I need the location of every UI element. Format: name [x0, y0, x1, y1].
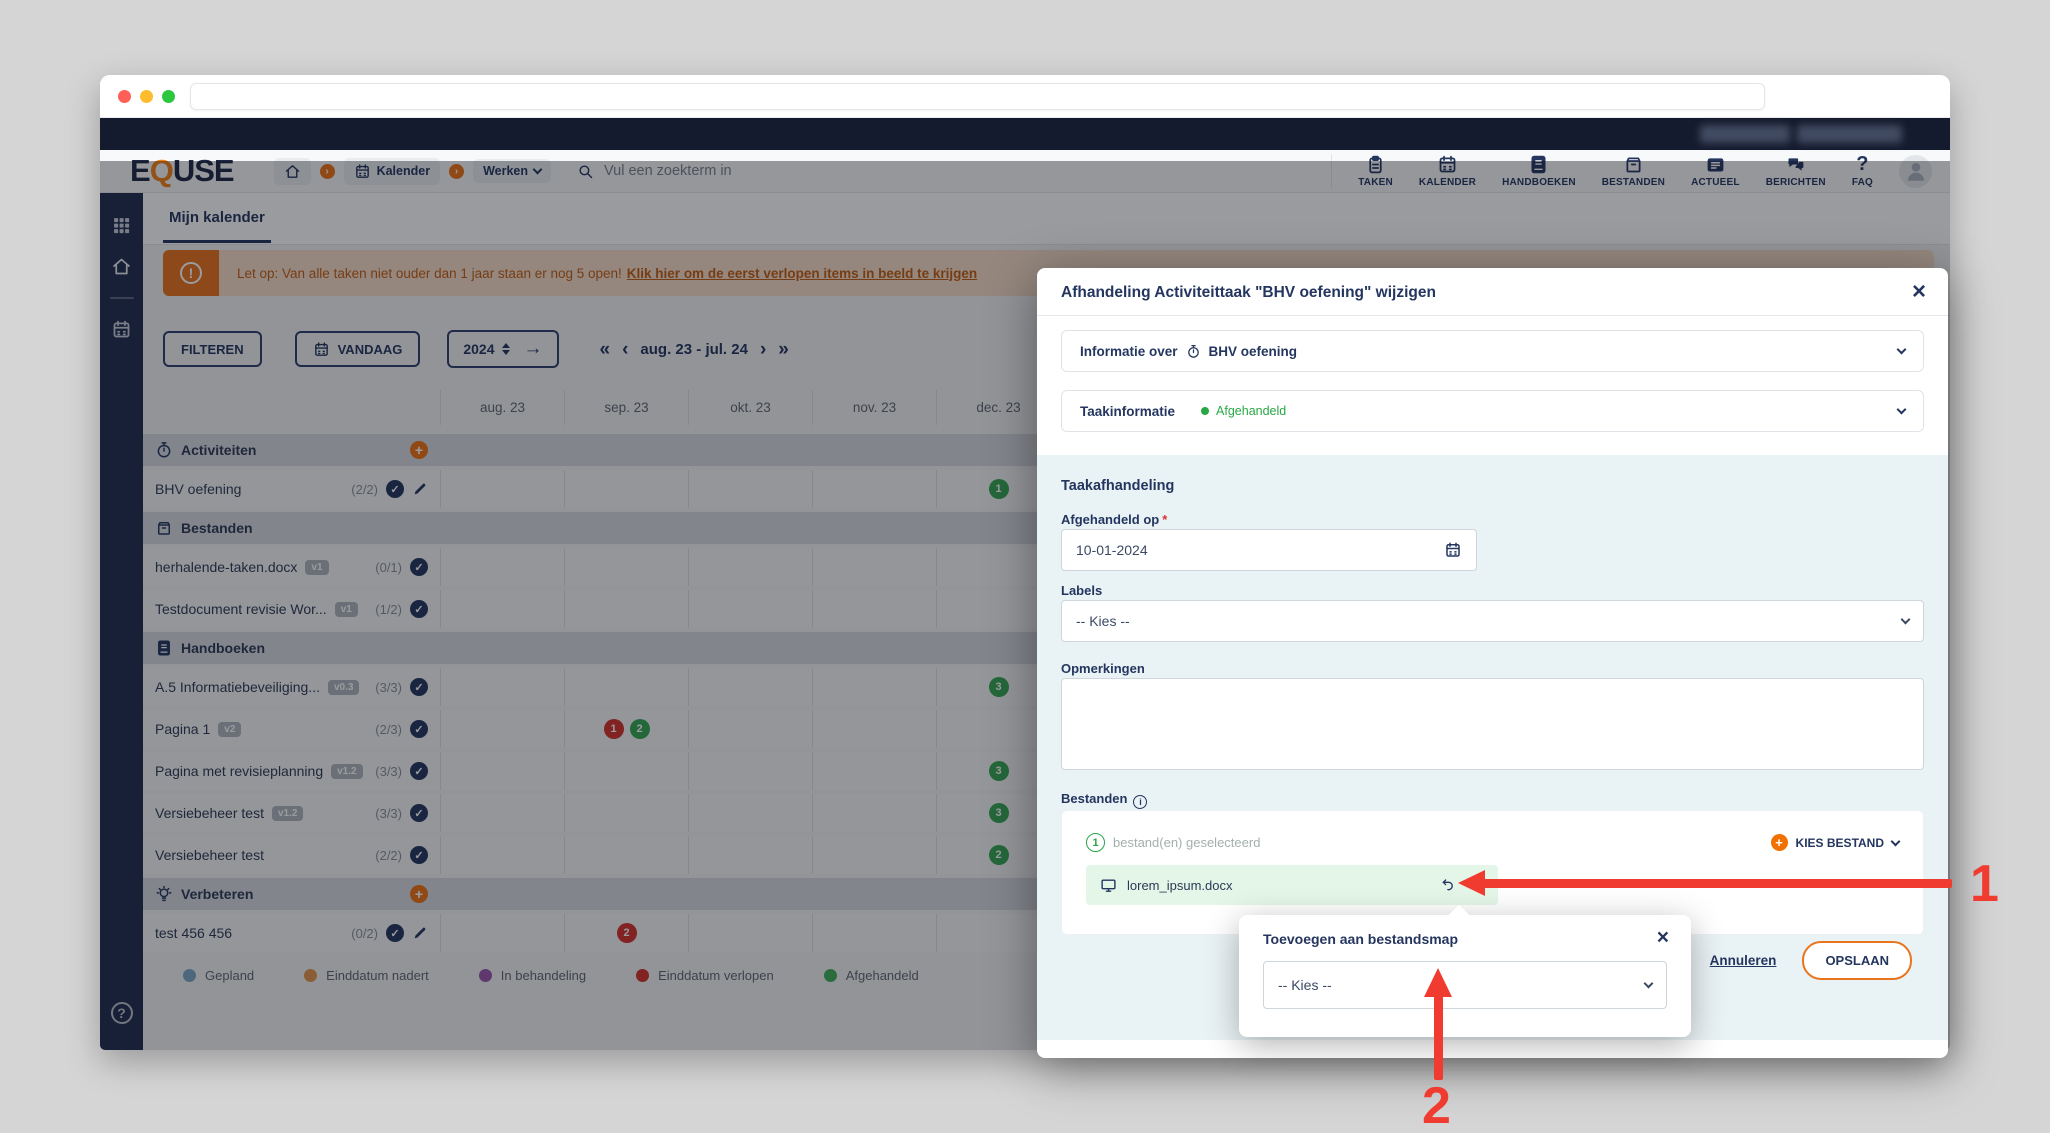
traffic-light-zoom[interactable]: [162, 90, 175, 103]
accordion-informatie[interactable]: Informatie over BHV oefening: [1061, 330, 1924, 372]
chevron-down-icon: [1896, 404, 1907, 415]
save-button[interactable]: OPSLAAN: [1802, 941, 1912, 980]
browser-chrome: [100, 75, 1950, 118]
top-strip: [100, 118, 1950, 150]
folder-popup: Toevoegen aan bestandsmap × -- Kies --: [1239, 904, 1691, 1037]
cancel-button[interactable]: Annuleren: [1710, 953, 1777, 968]
annotation-label-1: 1: [1970, 855, 1999, 913]
bestanden-label: Bestanden i: [1061, 791, 1148, 809]
info-icon[interactable]: i: [1133, 795, 1148, 809]
section-title: Taakafhandeling: [1061, 478, 1175, 494]
redacted-user-info: [1700, 125, 1790, 143]
chevron-down-icon: [1896, 344, 1907, 355]
accordion-taakinformatie[interactable]: Taakinformatie Afgehandeld: [1061, 390, 1924, 432]
file-name: lorem_ipsum.docx: [1127, 877, 1233, 893]
redacted-org-info: [1797, 125, 1902, 143]
annotation-arrow-2-head: [1424, 968, 1452, 997]
labels-label: Labels: [1061, 583, 1103, 598]
stopwatch-icon: [1186, 344, 1201, 359]
close-icon[interactable]: ×: [1657, 926, 1669, 950]
chevron-down-icon: [1643, 978, 1654, 989]
calendar-icon[interactable]: [1444, 541, 1462, 559]
selected-count-text: bestand(en) geselecteerd: [1113, 835, 1261, 850]
selected-file-row[interactable]: lorem_ipsum.docx ⋯: [1086, 865, 1498, 905]
selected-count-badge: 1: [1086, 833, 1105, 852]
labels-select[interactable]: -- Kies --: [1061, 600, 1924, 642]
annotation-arrow-1-head: [1458, 870, 1485, 896]
desktop: EQUSE › Kalender › Werken TAKENKALENDERH…: [0, 0, 2050, 1133]
afgehandeld-op-label: Afgehandeld op *: [1061, 512, 1168, 527]
traffic-light-minimize[interactable]: [140, 90, 153, 103]
popup-title: Toevoegen aan bestandsmap: [1263, 931, 1459, 947]
close-icon[interactable]: ×: [1912, 278, 1926, 306]
chevron-down-icon: [1900, 614, 1911, 625]
folder-select[interactable]: -- Kies --: [1263, 961, 1667, 1009]
opmerkingen-textarea[interactable]: [1061, 678, 1924, 770]
chevron-down-icon: [1890, 836, 1901, 846]
annotation-arrow-2: [1434, 996, 1443, 1080]
divider: [1037, 315, 1948, 316]
status-dot-icon: [1201, 407, 1210, 415]
annotation-arrow-1: [1484, 879, 1952, 888]
modal-title: Afhandeling Activiteittaak "BHV oefening…: [1061, 284, 1436, 301]
address-bar[interactable]: [190, 83, 1765, 110]
kies-bestand-button[interactable]: + KIES BESTAND: [1770, 834, 1901, 851]
traffic-light-close[interactable]: [118, 90, 131, 103]
undo-button[interactable]: [1440, 877, 1456, 893]
afgehandeld-op-input[interactable]: 10-01-2024: [1061, 529, 1477, 571]
status-badge: Afgehandeld: [1201, 404, 1286, 418]
monitor-icon: [1100, 877, 1117, 894]
opmerkingen-label: Opmerkingen: [1061, 661, 1145, 676]
annotation-label-2: 2: [1422, 1077, 1451, 1133]
plus-icon: +: [1770, 834, 1788, 851]
